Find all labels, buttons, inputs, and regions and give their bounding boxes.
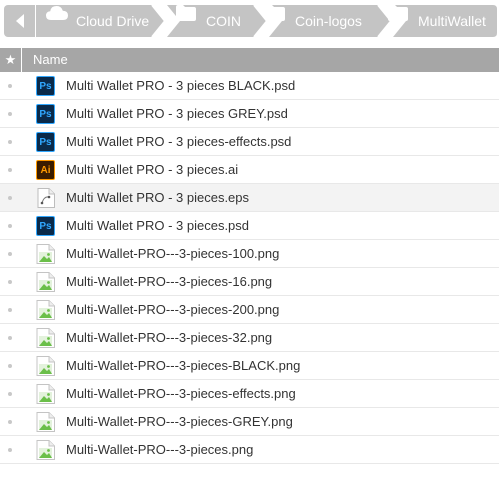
photoshop-file-icon: Ps (36, 104, 55, 124)
file-name: Multi-Wallet-PRO---3-pieces-GREY.png (66, 414, 293, 429)
favourite-dot[interactable] (8, 224, 12, 228)
photoshop-file-icon: Ps (36, 132, 55, 152)
photoshop-file-icon: Ps (36, 216, 55, 236)
file-name: Multi Wallet PRO - 3 pieces GREY.psd (66, 106, 288, 121)
file-row[interactable]: Multi-Wallet-PRO---3-pieces-100.png (0, 240, 499, 268)
file-row[interactable]: Multi-Wallet-PRO---3-pieces-effects.png (0, 380, 499, 408)
back-button[interactable] (4, 5, 35, 37)
breadcrumb-label: COIN (206, 13, 241, 29)
breadcrumb-item-cloud-drive[interactable]: Cloud Drive (46, 5, 149, 37)
file-type-badge: Ps (36, 132, 55, 152)
file-row[interactable]: Ai Multi Wallet PRO - 3 pieces.ai (0, 156, 499, 184)
file-row[interactable]: Multi-Wallet-PRO---3-pieces-BLACK.png (0, 352, 499, 380)
file-type-badge: Ps (36, 76, 55, 96)
photoshop-file-icon: Ps (36, 76, 55, 96)
image-file-icon (36, 384, 55, 404)
image-file-icon (36, 272, 55, 292)
file-list-header: ★ Name (0, 48, 499, 72)
favourite-dot[interactable] (8, 420, 12, 424)
file-row[interactable]: Ps Multi Wallet PRO - 3 pieces-effects.ps… (0, 128, 499, 156)
file-row[interactable]: Multi Wallet PRO - 3 pieces.eps (0, 184, 499, 212)
favourite-dot[interactable] (8, 392, 12, 396)
image-file-icon (36, 356, 55, 376)
favourite-dot[interactable] (8, 168, 12, 172)
file-row[interactable]: Multi-Wallet-PRO---3-pieces-32.png (0, 324, 499, 352)
file-name: Multi-Wallet-PRO---3-pieces-effects.png (66, 386, 296, 401)
file-name: Multi-Wallet-PRO---3-pieces-16.png (66, 274, 273, 289)
file-type-badge: Ai (36, 160, 55, 180)
file-type-badge: Ps (36, 216, 55, 236)
file-name: Multi-Wallet-PRO---3-pieces-100.png (66, 246, 280, 261)
favourite-dot[interactable] (8, 84, 12, 88)
breadcrumb: Cloud Drive COIN Coin-logos MultiWallet (0, 0, 499, 44)
file-name: Multi-Wallet-PRO---3-pieces-BLACK.png (66, 358, 301, 373)
folder-icon (388, 5, 410, 30)
favourite-dot[interactable] (8, 280, 12, 284)
favourite-column-header[interactable]: ★ (0, 48, 22, 72)
file-row[interactable]: Multi-Wallet-PRO---3-pieces.png (0, 436, 499, 464)
file-row[interactable]: Multi-Wallet-PRO---3-pieces-200.png (0, 296, 499, 324)
file-name: Multi Wallet PRO - 3 pieces BLACK.psd (66, 78, 296, 93)
file-name: Multi-Wallet-PRO---3-pieces-32.png (66, 330, 273, 345)
cloud-icon (46, 6, 68, 30)
folder-icon (176, 5, 198, 30)
file-name: Multi Wallet PRO - 3 pieces-effects.psd (66, 134, 292, 149)
file-name: Multi Wallet PRO - 3 pieces.psd (66, 218, 250, 233)
favourite-dot[interactable] (8, 364, 12, 368)
file-row[interactable]: Multi-Wallet-PRO---3-pieces-GREY.png (0, 408, 499, 436)
image-file-icon (36, 328, 55, 348)
favourite-dot[interactable] (8, 448, 12, 452)
file-type-badge: Ps (36, 104, 55, 124)
breadcrumb-label: Cloud Drive (76, 13, 150, 29)
favourite-dot[interactable] (8, 196, 12, 200)
breadcrumb-label: MultiWallet (418, 13, 486, 29)
folder-icon (265, 5, 287, 30)
image-file-icon (36, 300, 55, 320)
breadcrumb-item-coin-logos[interactable]: Coin-logos (265, 5, 362, 37)
file-row[interactable]: Ps Multi Wallet PRO - 3 pieces.psd (0, 212, 499, 240)
favourite-dot[interactable] (8, 252, 12, 256)
name-column-header[interactable]: Name (33, 48, 68, 72)
favourite-dot[interactable] (8, 308, 12, 312)
favourite-dot[interactable] (8, 336, 12, 340)
breadcrumb-item-coin[interactable]: COIN (176, 5, 241, 37)
file-name: Multi Wallet PRO - 3 pieces.eps (66, 190, 250, 205)
illustrator-file-icon: Ai (36, 160, 55, 180)
breadcrumb-label: Coin-logos (295, 13, 362, 29)
file-row[interactable]: Ps Multi Wallet PRO - 3 pieces BLACK.psd (0, 72, 499, 100)
triangle-left-icon (15, 14, 24, 28)
vector-file-icon (36, 188, 55, 208)
file-row[interactable]: Multi-Wallet-PRO---3-pieces-16.png (0, 268, 499, 296)
file-row[interactable]: Ps Multi Wallet PRO - 3 pieces GREY.psd (0, 100, 499, 128)
file-name: Multi Wallet PRO - 3 pieces.ai (66, 162, 239, 177)
image-file-icon (36, 412, 55, 432)
breadcrumb-trail: Cloud Drive COIN Coin-logos MultiWallet (36, 5, 497, 37)
file-list: Ps Multi Wallet PRO - 3 pieces BLACK.psd P… (0, 72, 499, 464)
file-name: Multi-Wallet-PRO---3-pieces-200.png (66, 302, 280, 317)
breadcrumb-item-multiwallet[interactable]: MultiWallet (388, 5, 486, 37)
favourite-dot[interactable] (8, 112, 12, 116)
image-file-icon (36, 244, 55, 264)
file-name: Multi-Wallet-PRO---3-pieces.png (66, 442, 254, 457)
image-file-icon (36, 440, 55, 460)
favourite-dot[interactable] (8, 140, 12, 144)
